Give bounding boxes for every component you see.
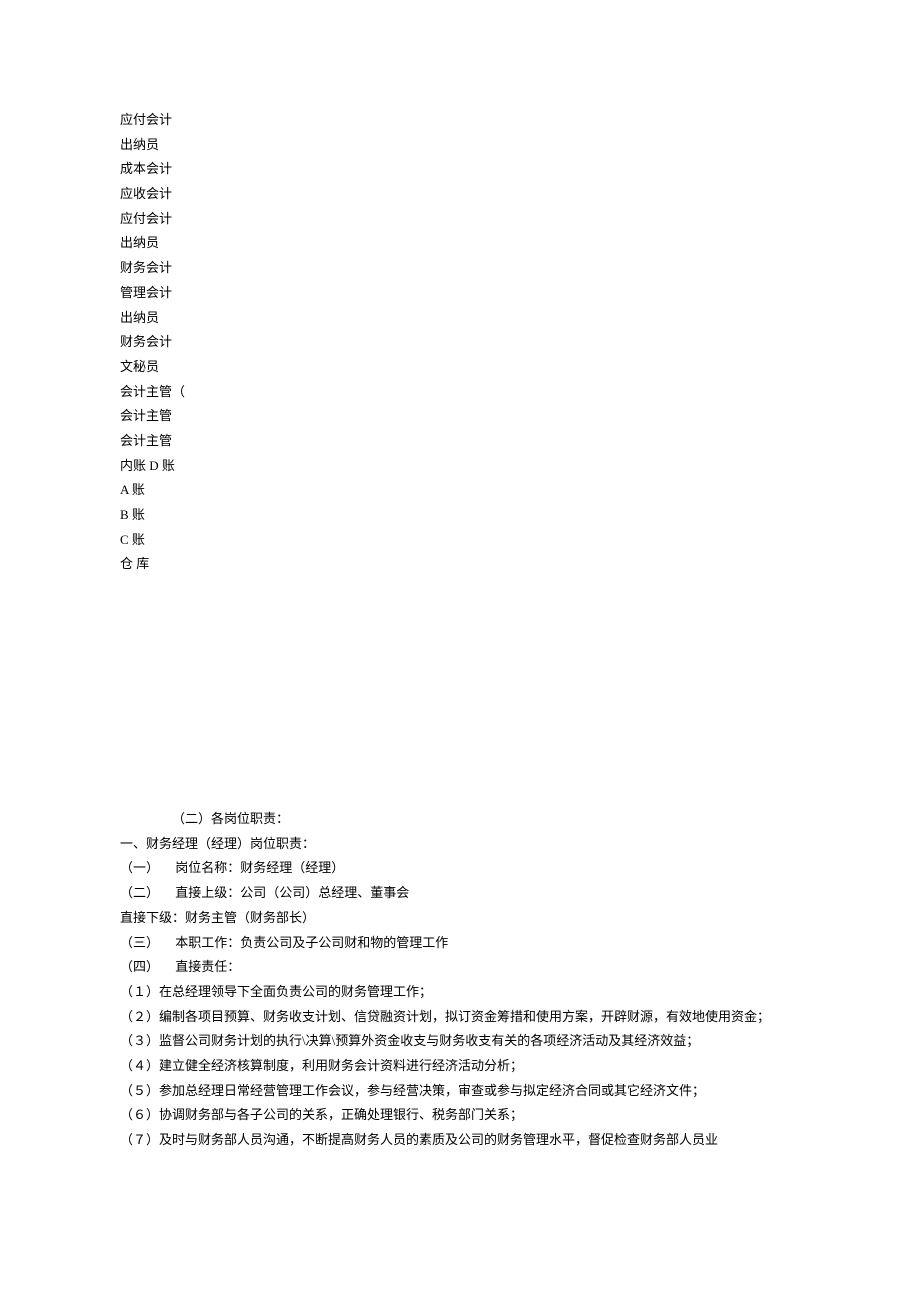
list-item: 内账 D 账 (120, 454, 800, 479)
document-page: 应付会计 出纳员 成本会计 应收会计 应付会计 出纳员 财务会计 管理会计 出纳… (0, 0, 920, 1302)
body-content: （二）各岗位职责： 一、财务经理（经理）岗位职责： （一） 岗位名称：财务经理（… (120, 807, 800, 1153)
paragraph: （三） 本职工作：负责公司及子公司财和物的管理工作 (120, 931, 800, 956)
list-item: 财务会计 (120, 330, 800, 355)
paragraph: （４）建立健全经济核算制度，利用财务会计资料进行经济活动分析； (120, 1054, 800, 1079)
list-item: 仓 库 (120, 552, 800, 577)
list-item: 文秘员 (120, 355, 800, 380)
section-heading: （二）各岗位职责： (120, 807, 800, 832)
list-item: 成本会计 (120, 157, 800, 182)
list-item: 出纳员 (120, 306, 800, 331)
paragraph: （一） 岗位名称：财务经理（经理） (120, 856, 800, 881)
list-item: C 账 (120, 528, 800, 553)
paragraph: （５）参加总经理日常经营管理工作会议，参与经营决策，审查或参与拟定经济合同或其它… (120, 1079, 800, 1104)
list-item: 出纳员 (120, 133, 800, 158)
list-item: 管理会计 (120, 281, 800, 306)
paragraph: （１）在总经理领导下全面负责公司的财务管理工作； (120, 980, 800, 1005)
list-item: 财务会计 (120, 256, 800, 281)
positions-list: 应付会计 出纳员 成本会计 应收会计 应付会计 出纳员 财务会计 管理会计 出纳… (120, 108, 800, 577)
list-item: 会计主管 (120, 404, 800, 429)
list-item: 应付会计 (120, 207, 800, 232)
paragraph: 直接下级：财务主管（财务部长） (120, 906, 800, 931)
list-item: A 账 (120, 478, 800, 503)
paragraph: （６）协调财务部与各子公司的关系，正确处理银行、税务部门关系； (120, 1103, 800, 1128)
list-item: 会计主管 (120, 429, 800, 454)
paragraph: （２）编制各项目预算、财务收支计划、信贷融资计划，拟订资金筹措和使用方案，开辟财… (120, 1005, 800, 1030)
list-item: 应收会计 (120, 182, 800, 207)
list-item: 应付会计 (120, 108, 800, 133)
paragraph: （３）监督公司财务计划的执行\决算\预算外资金收支与财务收支有关的各项经济活动及… (120, 1029, 800, 1054)
paragraph: （７）及时与财务部人员沟通，不断提高财务人员的素质及公司的财务管理水平，督促检查… (120, 1128, 800, 1153)
list-item: B 账 (120, 503, 800, 528)
list-item: 出纳员 (120, 231, 800, 256)
paragraph: （二） 直接上级：公司（公司）总经理、董事会 (120, 881, 800, 906)
spacer (120, 577, 800, 807)
paragraph: （四） 直接责任： (120, 955, 800, 980)
paragraph: 一、财务经理（经理）岗位职责： (120, 832, 800, 857)
list-item: 会计主管（ (120, 380, 800, 405)
